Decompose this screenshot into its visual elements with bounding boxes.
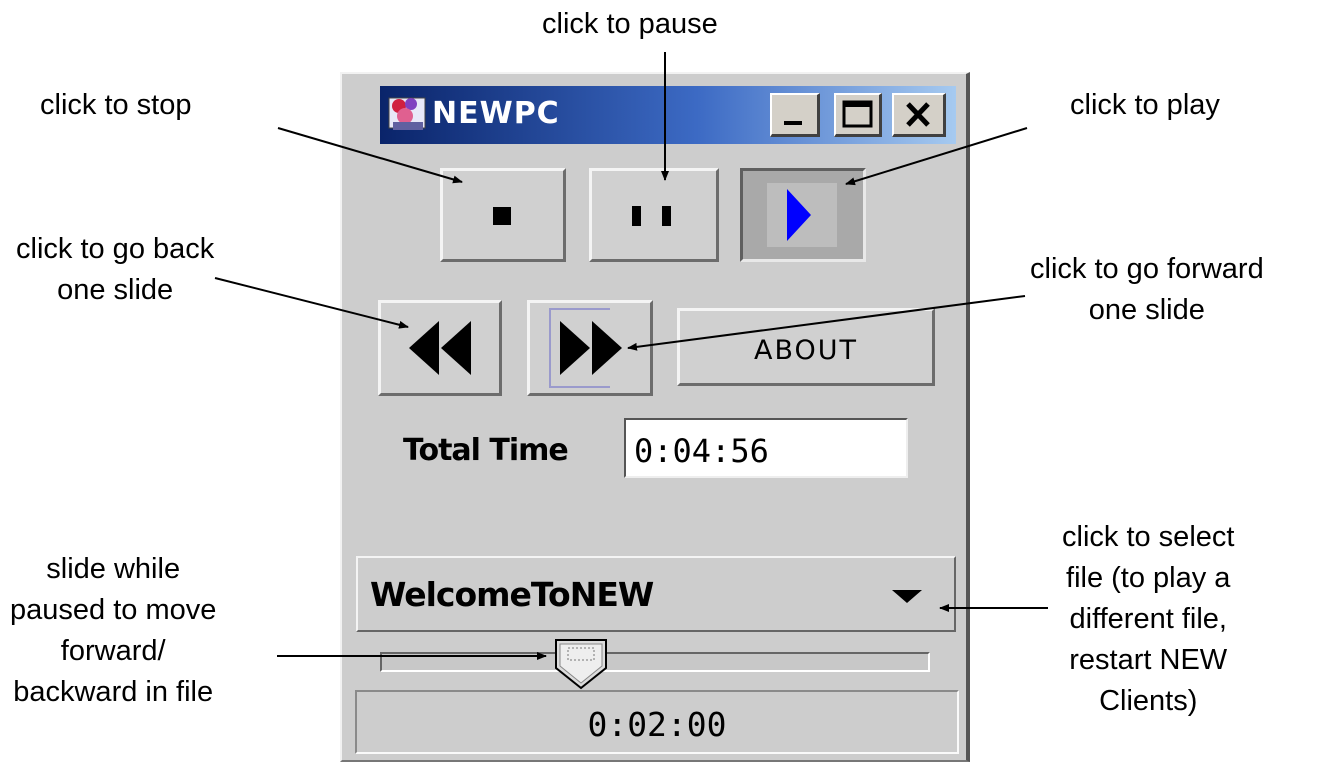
callout-slide: slide while paused to move forward/ back… bbox=[10, 549, 216, 713]
maximize-button[interactable] bbox=[834, 93, 882, 137]
pause-button[interactable] bbox=[589, 168, 719, 262]
stop-icon bbox=[493, 207, 511, 225]
callout-select: click to select file (to play a differen… bbox=[1062, 517, 1234, 722]
play-icon bbox=[767, 183, 837, 247]
rewind-icon bbox=[409, 321, 471, 375]
stop-button[interactable] bbox=[440, 168, 566, 262]
app-icon bbox=[385, 92, 429, 136]
play-button[interactable] bbox=[740, 168, 866, 262]
callout-back: click to go back one slide bbox=[16, 229, 214, 311]
current-time-display: 0:02:00 bbox=[355, 690, 959, 754]
position-slider-track[interactable] bbox=[380, 652, 930, 672]
callout-select-line3: different file, bbox=[1069, 603, 1227, 635]
file-select-value: WelcomeToNEW bbox=[370, 575, 654, 614]
maximize-icon bbox=[842, 100, 873, 128]
close-icon bbox=[906, 102, 930, 127]
callout-slide-line4: backward in file bbox=[13, 676, 214, 708]
callout-slide-line2: paused to move bbox=[10, 594, 217, 626]
about-button-label: ABOUT bbox=[753, 335, 859, 366]
slider-thumb[interactable] bbox=[554, 638, 608, 690]
pause-icon bbox=[632, 206, 671, 226]
file-select[interactable]: WelcomeToNEW bbox=[356, 556, 956, 632]
rewind-button[interactable] bbox=[378, 300, 502, 396]
callout-forward-line2: one slide bbox=[1088, 294, 1205, 326]
callout-back-line1: click to go back bbox=[16, 233, 215, 265]
total-time-label: Total Time bbox=[403, 433, 569, 468]
callout-back-line2: one slide bbox=[57, 274, 174, 306]
callout-pause: click to pause bbox=[542, 8, 718, 40]
fast-forward-button[interactable] bbox=[527, 300, 653, 396]
minimize-button[interactable] bbox=[770, 93, 820, 137]
window-title: NEWPC bbox=[432, 96, 560, 131]
callout-select-line2: file (to play a bbox=[1066, 562, 1231, 594]
callout-stop: click to stop bbox=[40, 89, 192, 121]
total-time-field: 0:04:56 bbox=[624, 418, 908, 478]
callout-select-line4: restart NEW bbox=[1069, 644, 1228, 676]
callout-slide-line3: forward/ bbox=[60, 635, 166, 667]
dropdown-arrow-icon[interactable] bbox=[892, 588, 922, 604]
close-button[interactable] bbox=[892, 93, 946, 137]
callout-slide-line1: slide while bbox=[46, 553, 181, 585]
callout-select-line5: Clients) bbox=[1099, 685, 1198, 717]
fast-forward-icon bbox=[549, 308, 622, 388]
about-button[interactable]: ABOUT bbox=[677, 308, 935, 386]
callout-play: click to play bbox=[1070, 89, 1220, 121]
callout-forward-line1: click to go forward bbox=[1030, 253, 1264, 285]
callout-forward: click to go forward one slide bbox=[1030, 249, 1264, 331]
minimize-icon bbox=[784, 121, 802, 125]
callout-select-line1: click to select bbox=[1062, 521, 1235, 553]
